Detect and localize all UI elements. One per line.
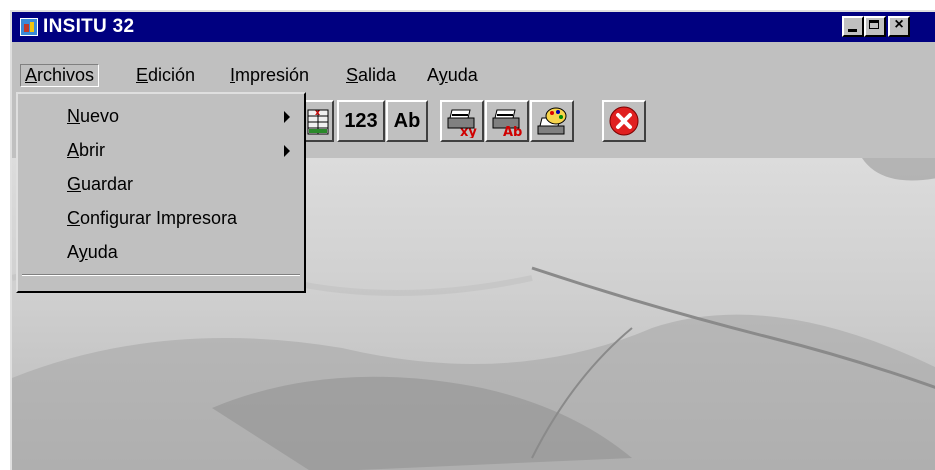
table-icon: x: [307, 108, 329, 135]
close-icon: ×: [894, 16, 904, 33]
table-button[interactable]: x: [302, 100, 334, 142]
print-palette-icon: [537, 107, 567, 135]
menu-item-ayuda-label-pre: A: [67, 242, 79, 262]
print-xy-icon: xy: [447, 109, 477, 140]
window-title: INSITU 32: [43, 16, 135, 37]
menu-salida-label: alida: [358, 65, 397, 85]
maximize-button[interactable]: [864, 16, 886, 37]
menu-item-configurar-label: onfigurar Impresora: [80, 208, 238, 228]
menu-item-configurar-impresora[interactable]: Configurar Impresora: [67, 208, 237, 229]
menu-item-abrir[interactable]: Abrir: [67, 140, 105, 161]
print-ab-button[interactable]: Ab: [485, 100, 529, 142]
svg-text:Ab: Ab: [503, 125, 522, 138]
menu-item-abrir-mnemonic: A: [67, 140, 80, 160]
menu-item-guardar[interactable]: Guardar: [67, 174, 133, 195]
menu-item-ayuda-label: uda: [87, 242, 118, 262]
menu-bar: Archivos Edición Impresión Salida Ayuda: [12, 42, 935, 94]
menu-separator: [22, 274, 300, 276]
print-ab-icon: Ab: [492, 109, 522, 140]
menu-item-guardar-mnemonic: G: [67, 174, 82, 194]
menu-impresion-label: mpresión: [235, 65, 310, 85]
menu-item-guardar-label: uardar: [81, 174, 134, 194]
menu-salida-mnemonic: S: [346, 65, 359, 85]
menu-ayuda[interactable]: Ayuda: [427, 65, 478, 86]
exit-button[interactable]: [602, 100, 646, 142]
app-icon[interactable]: [20, 18, 38, 36]
menu-edicion[interactable]: Edición: [136, 65, 195, 86]
menu-ayuda-mnemonic: y: [438, 65, 448, 85]
menu-salida[interactable]: Salida: [346, 65, 396, 86]
exit-icon: [609, 106, 639, 136]
menu-item-nuevo-label: uevo: [80, 106, 120, 126]
submenu-arrow-icon: [284, 145, 290, 157]
minimize-button[interactable]: [842, 16, 864, 37]
close-button[interactable]: ×: [888, 16, 910, 37]
print-xy-button[interactable]: xy: [440, 100, 484, 142]
numbers-button[interactable]: 123: [337, 100, 385, 142]
print-palette-button[interactable]: [530, 100, 574, 142]
title-bar[interactable]: INSITU 32 ×: [12, 12, 935, 42]
menu-item-nuevo[interactable]: Nuevo: [67, 106, 119, 127]
archivos-dropdown: Nuevo Abrir Guardar Configurar Impresora…: [16, 92, 306, 293]
menu-item-abrir-label: brir: [79, 140, 106, 160]
menu-edicion-label: dición: [148, 65, 196, 85]
menu-item-configurar-mnemonic: C: [67, 208, 80, 228]
svg-text:x: x: [315, 108, 321, 117]
menu-archivos[interactable]: Archivos: [20, 64, 100, 87]
text-button[interactable]: Ab: [386, 100, 428, 142]
svg-text:xy: xy: [460, 125, 477, 138]
menu-archivos-label: rchivos: [37, 65, 95, 85]
menu-item-nuevo-mnemonic: N: [67, 106, 80, 126]
menu-item-ayuda[interactable]: Ayuda: [67, 242, 118, 263]
menu-item-ayuda-mnemonic: y: [78, 242, 88, 262]
menu-archivos-mnemonic: A: [25, 65, 38, 85]
menu-edicion-mnemonic: E: [136, 65, 149, 85]
submenu-arrow-icon: [284, 111, 290, 123]
menu-ayuda-label: uda: [447, 65, 478, 85]
menu-impresion[interactable]: Impresión: [230, 65, 309, 86]
menu-ayuda-label-pre: A: [427, 65, 439, 85]
